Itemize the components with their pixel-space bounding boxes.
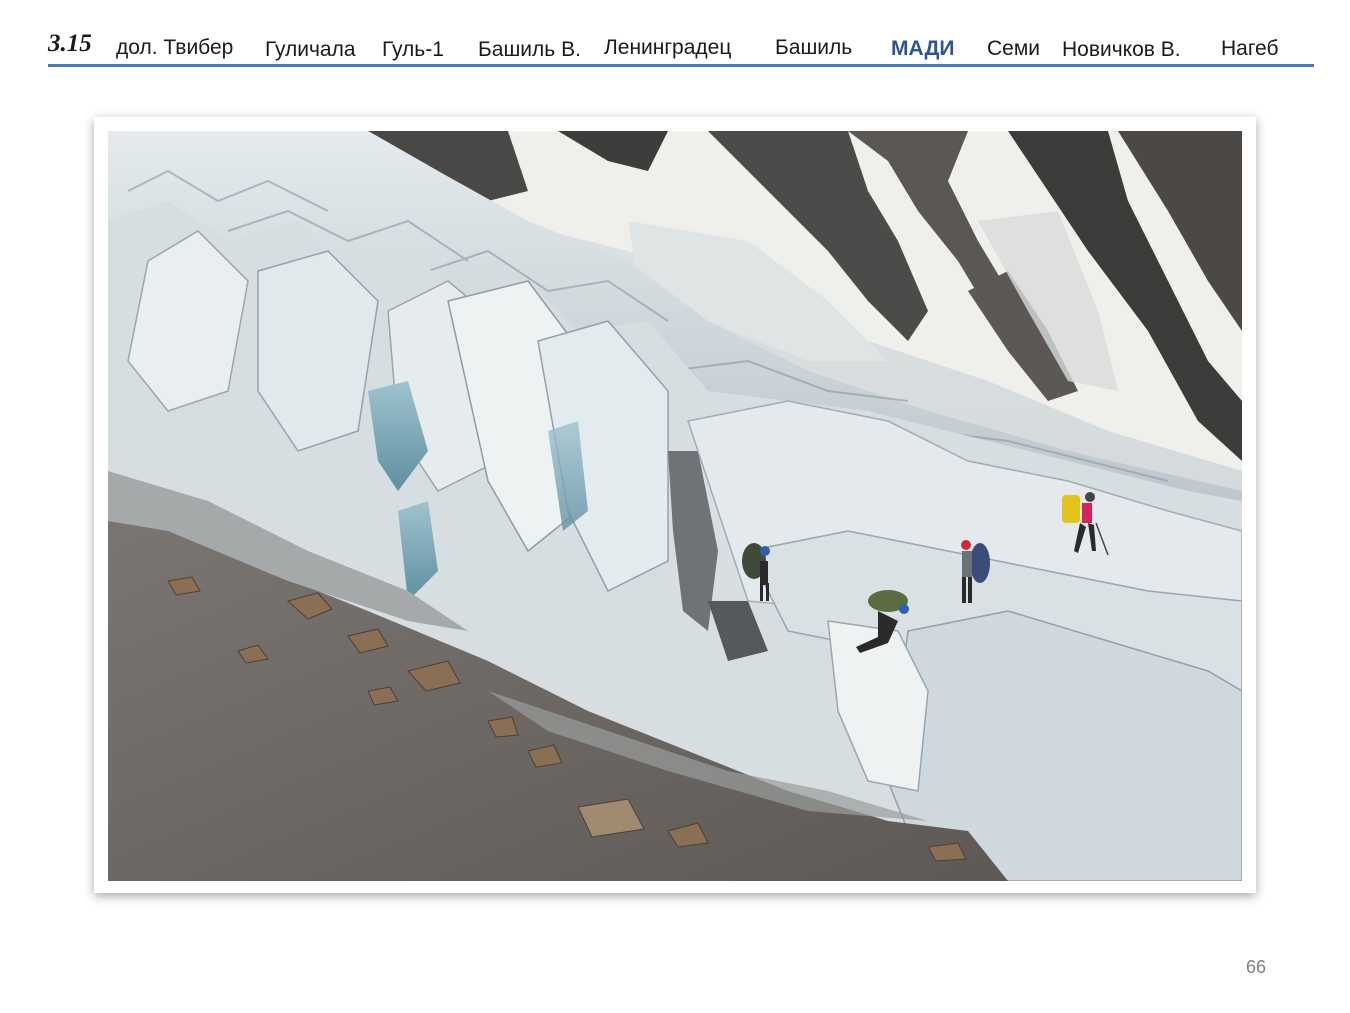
- nav-item-semi[interactable]: Семи: [987, 37, 1040, 61]
- nav-item-gul-1[interactable]: Гуль-1: [382, 38, 444, 62]
- glacier-photo: [108, 131, 1242, 881]
- page-number: 66: [1246, 957, 1267, 977]
- nav-item-madi[interactable]: МАДИ: [891, 37, 955, 61]
- header-navigation: 3.15 дол. Твибер Гуличала Гуль-1 Башиль …: [0, 0, 1350, 70]
- photo-frame: [94, 117, 1256, 893]
- nav-item-bashil-v[interactable]: Башиль В.: [478, 38, 581, 62]
- nav-item-gulichala[interactable]: Гуличала: [265, 38, 356, 62]
- section-number: 3.15: [48, 30, 92, 57]
- nav-item-bashil[interactable]: Башиль: [775, 36, 852, 60]
- header-rule: [48, 64, 1314, 67]
- nav-item-novichkov-v[interactable]: Новичков В.: [1062, 38, 1181, 62]
- nav-item-nageb[interactable]: Нагеб: [1221, 37, 1279, 61]
- glacier-illustration: [108, 131, 1242, 881]
- nav-item-tviber[interactable]: дол. Твибер: [116, 36, 233, 60]
- nav-item-leningradets[interactable]: Ленинградец: [604, 36, 731, 60]
